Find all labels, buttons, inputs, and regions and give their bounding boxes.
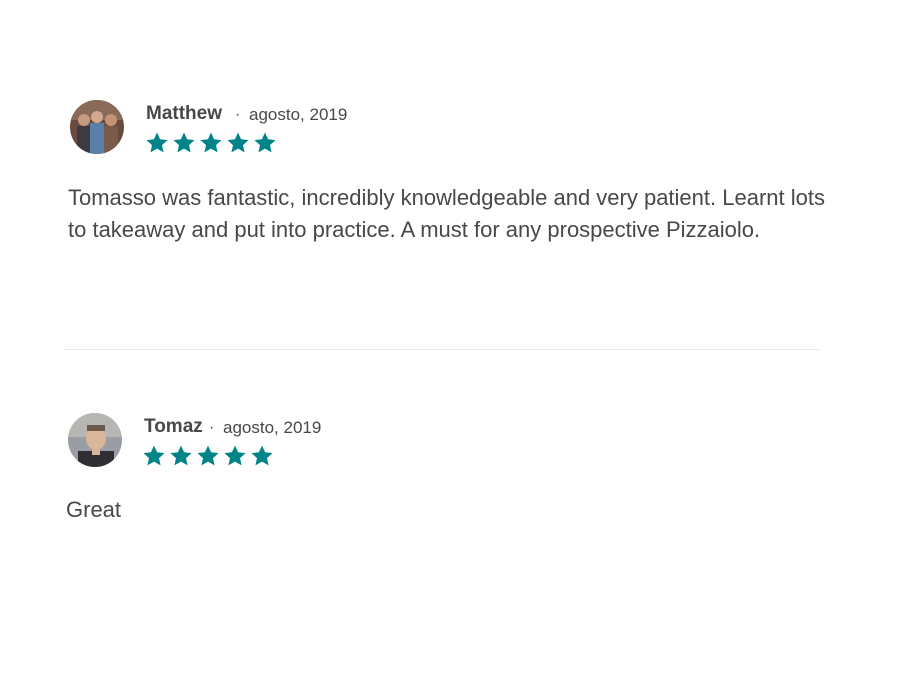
star-icon	[197, 445, 219, 466]
star-icon	[200, 132, 222, 153]
star-icon	[170, 445, 192, 466]
review-text: Tomasso was fantastic, incredibly knowle…	[68, 185, 825, 242]
star-icon	[224, 445, 246, 466]
star-icon	[143, 445, 165, 466]
separator-dot: ·	[235, 106, 241, 123]
separator-dot: ·	[209, 419, 215, 436]
star-icon	[173, 132, 195, 153]
avatar[interactable]	[68, 413, 122, 467]
avatar[interactable]	[70, 100, 124, 154]
avatar-image	[68, 413, 122, 467]
star-icon	[251, 445, 273, 466]
divider	[64, 349, 820, 350]
avatar-image	[70, 100, 124, 154]
star-icon	[227, 132, 249, 153]
star-icon	[146, 132, 168, 153]
reviewer-name: Tomaz	[144, 416, 203, 437]
review-date: agosto, 2019	[249, 105, 348, 124]
star-rating	[142, 444, 274, 468]
review-text: Great	[66, 497, 122, 522]
review-date: agosto, 2019	[223, 418, 322, 437]
star-icon	[254, 132, 276, 153]
star-rating	[145, 131, 277, 155]
reviewer-name: Matthew	[146, 103, 222, 124]
